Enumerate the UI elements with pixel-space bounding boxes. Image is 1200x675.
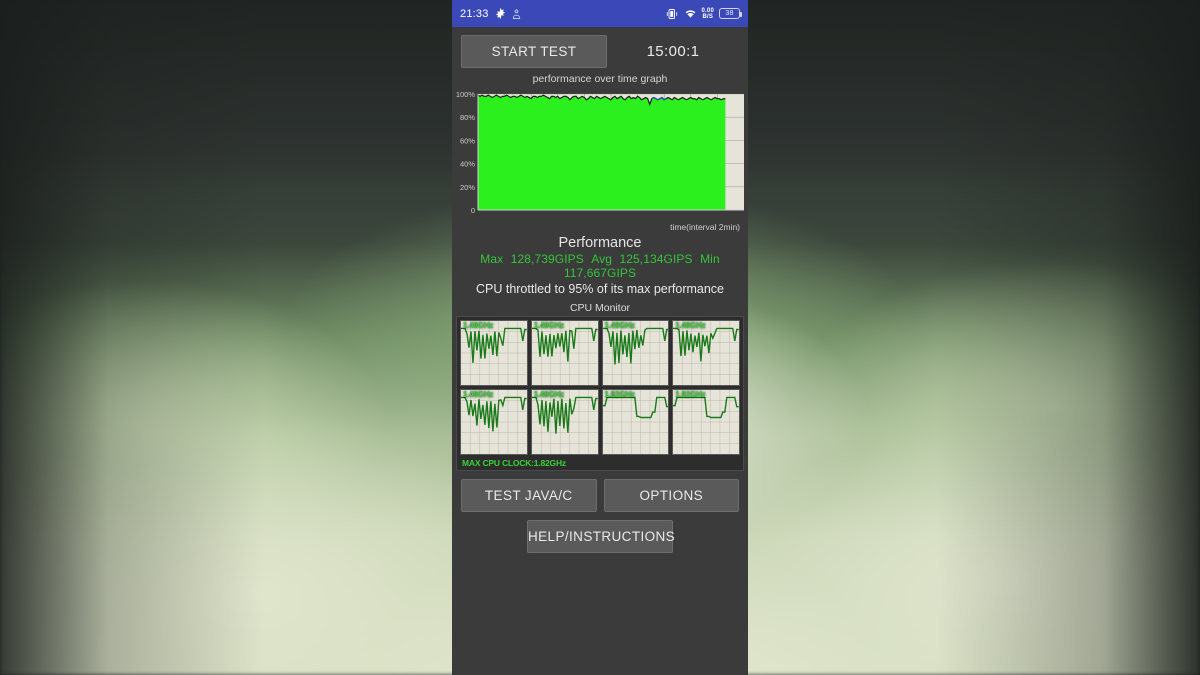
performance-chart-svg: 100% 80% 60% 40% 20% 0 <box>456 90 744 215</box>
cpu-core-clock-label: 1.48GHz <box>533 321 564 330</box>
cpu-core-clock-label: 1.48GHz <box>675 321 706 330</box>
cpu-core-graph-svg <box>673 390 739 454</box>
chart-x-axis-label: time(interval 2min) <box>670 222 740 232</box>
cpu-core-clock-label: 1.48GHz <box>463 321 494 330</box>
cpu-core-graph: 1.82GHz <box>672 389 740 455</box>
cpu-monitor-title: CPU Monitor <box>569 302 631 314</box>
cpu-core-graph: 1.48GHz <box>460 320 528 386</box>
cpu-core-clock-label: 1.48GHz <box>533 390 564 399</box>
cpu-core-graph: 1.48GHz <box>601 320 670 386</box>
help-button-row: HELP/INSTRUCTIONS <box>452 512 748 553</box>
network-speed-indicator: 0.00 B/S <box>702 8 714 20</box>
max-label: Max <box>480 252 504 266</box>
cpu-core-clock-label: 1.82GHz <box>604 390 635 399</box>
vibrate-icon <box>666 8 679 20</box>
cpu-core-graph-svg <box>602 390 669 454</box>
svg-text:20%: 20% <box>460 183 475 192</box>
top-controls-row: START TEST 15:00:1 <box>452 27 748 72</box>
cpu-core-graph-svg <box>461 390 527 454</box>
avg-label: Avg <box>591 252 613 266</box>
test-java-c-button[interactable]: TEST JAVA/C <box>461 479 597 512</box>
phone-screen: 21:33 0.00 B/S 38 START TEST 15:00:1 per… <box>452 0 748 675</box>
battery-indicator: 38 <box>719 8 742 19</box>
options-button[interactable]: OPTIONS <box>603 479 739 512</box>
cpu-core-clock-label: 1.48GHz <box>463 390 494 399</box>
cpu-core-graph-svg <box>673 321 739 385</box>
cpu-core-graph: 1.82GHz <box>601 389 670 455</box>
cpu-throttling-test-app: START TEST 15:00:1 performance over time… <box>452 27 748 553</box>
elapsed-timer: 15:00:1 <box>646 43 700 60</box>
throttle-status-text: CPU throttled to 95% of its max performa… <box>475 282 725 296</box>
action-buttons-row: TEST JAVA/C OPTIONS <box>452 471 748 512</box>
performance-heading: Performance <box>558 235 642 251</box>
start-test-button[interactable]: START TEST <box>461 35 607 68</box>
svg-text:80%: 80% <box>460 113 475 122</box>
wifi-icon <box>684 8 697 19</box>
svg-text:0: 0 <box>471 206 475 215</box>
avg-value: 125,134GIPS <box>619 252 693 266</box>
svg-text:40%: 40% <box>460 160 475 169</box>
cpu-core-row: 1.48GHz 1.48GHz 1.82GHz 1.82GHz <box>460 389 740 455</box>
cpu-core-graph: 1.48GHz <box>530 320 599 386</box>
status-bar: 21:33 0.00 B/S 38 <box>452 0 748 27</box>
performance-stats-line: Max 128,739GIPS Avg 125,134GIPS Min 117,… <box>452 252 748 280</box>
help-instructions-button[interactable]: HELP/INSTRUCTIONS <box>527 520 675 553</box>
cpu-core-clock-label: 1.82GHz <box>675 390 706 399</box>
cpu-core-graph: 1.48GHz <box>672 320 740 386</box>
performance-over-time-chart: 100% 80% 60% 40% 20% 0 time(interval 2min) <box>452 86 744 232</box>
cpu-core-row: 1.48GHz 1.48GHz 1.48GHz 1.48GHz <box>460 320 740 386</box>
status-bar-clock: 21:33 <box>460 7 489 20</box>
cpu-core-graph-svg <box>602 321 669 385</box>
svg-text:60%: 60% <box>460 136 475 145</box>
min-label: Min <box>700 252 720 266</box>
app-badge-icon <box>512 8 521 19</box>
cpu-core-graph: 1.48GHz <box>460 389 528 455</box>
cpu-core-graph-svg <box>461 321 527 385</box>
svg-text:100%: 100% <box>456 90 476 99</box>
max-value: 128,739GIPS <box>510 252 584 266</box>
performance-chart-title: performance over time graph <box>532 73 668 85</box>
min-value: 117,667GIPS <box>563 266 637 280</box>
cpu-core-clock-label: 1.48GHz <box>604 321 635 330</box>
cpu-core-graph: 1.48GHz <box>530 389 599 455</box>
cpu-core-graph-svg <box>531 321 598 385</box>
performance-summary: Performance Max 128,739GIPS Avg 125,134G… <box>452 232 748 296</box>
netspeed-unit: B/S <box>702 13 714 20</box>
cpu-core-graph-svg <box>531 390 598 454</box>
gear-icon <box>495 8 506 19</box>
cpu-monitor-panel: 1.48GHz 1.48GHz 1.48GHz 1.48GHz 1.48GHz 1.48… <box>456 316 744 471</box>
max-cpu-clock-label: MAX CPU CLOCK:1.82GHz <box>462 458 566 468</box>
